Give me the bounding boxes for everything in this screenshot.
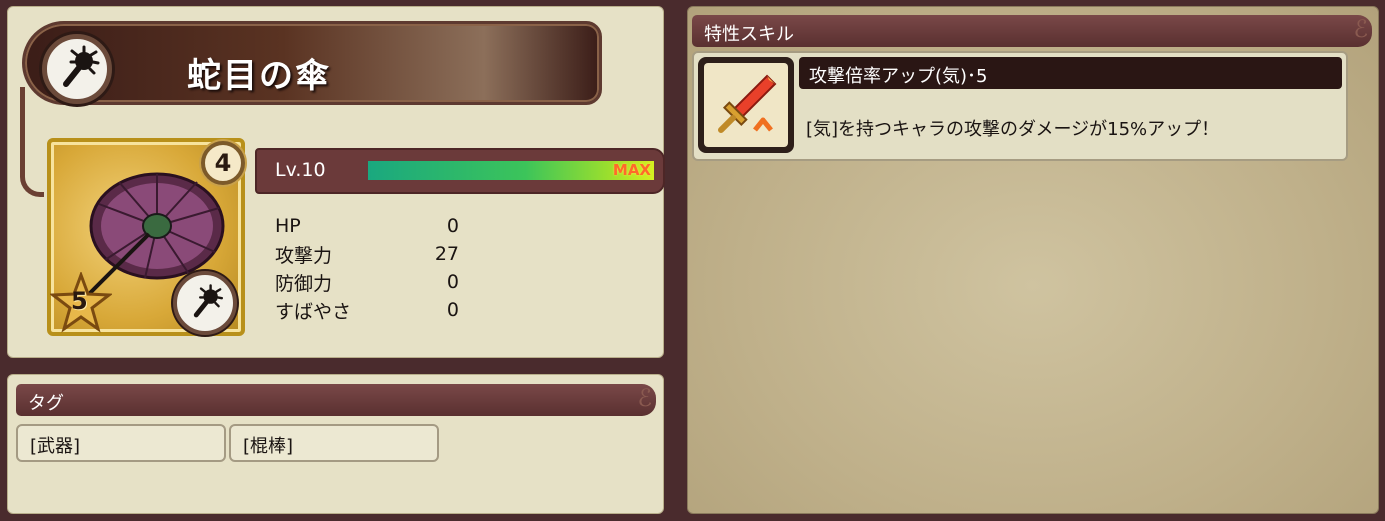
stat-name: 攻撃力 [275, 244, 333, 267]
stat-name: HP [275, 215, 301, 237]
stat-name: 防御力 [275, 272, 333, 295]
stat-value: 27 [434, 243, 459, 265]
stat-row-attack: 攻撃力 27 [275, 240, 459, 268]
skill-description: [気]を持つキャラの攻撃のダメージが15%アップ！ [806, 119, 1220, 140]
weapon-type-icon [173, 271, 237, 335]
title-frame-ornament [20, 87, 44, 197]
stat-value: 0 [446, 215, 459, 237]
stat-value: 0 [446, 271, 459, 293]
tag-chip[interactable]: [武器] [16, 424, 226, 462]
level-bar: Lv.10 MAX [255, 148, 665, 194]
stat-row-hp: HP 0 [275, 212, 459, 240]
header-ornament-icon: ℰ [637, 384, 652, 412]
skill-header: 特性スキル ℰ [692, 15, 1372, 47]
level-progress-track [368, 161, 654, 180]
level-label: Lv.10 [275, 159, 326, 181]
stat-name: すばやさ [275, 300, 352, 323]
stat-value: 0 [446, 299, 459, 321]
tag-header: タグ ℰ [16, 384, 656, 416]
star-count: 5 [71, 287, 88, 315]
mace-icon [42, 34, 112, 104]
stat-row-speed: すばやさ 0 [275, 296, 459, 324]
mace-icon [193, 284, 223, 318]
stat-row-defense: 防御力 0 [275, 268, 459, 296]
skill-header-label: 特性スキル [704, 24, 794, 45]
tag-chip[interactable]: [棍棒] [229, 424, 439, 462]
skill-card[interactable]: 攻撃倍率アップ(気)･5 [気]を持つキャラの攻撃のダメージが15%アップ！ [692, 51, 1348, 161]
sword-attack-up-icon [704, 63, 788, 147]
skill-icon-frame [698, 57, 794, 153]
skill-name: 攻撃倍率アップ(気)･5 [799, 57, 1342, 89]
skill-panel: 特性スキル ℰ 攻撃倍率アップ(気)･5 [気]を持つキャラの攻撃のダメージが1… [687, 6, 1379, 514]
rarity-badge: 4 [201, 141, 245, 185]
stats-list: HP 0 攻撃力 27 防御力 0 すばやさ 0 [275, 212, 459, 324]
tag-panel: タグ ℰ [武器] [棍棒] [7, 374, 664, 514]
item-name: 蛇目の傘 [187, 56, 331, 96]
tag-header-label: タグ [28, 393, 64, 414]
max-label: MAX [612, 161, 651, 179]
header-ornament-icon: ℰ [1353, 15, 1368, 43]
level-progress-fill [368, 161, 654, 180]
